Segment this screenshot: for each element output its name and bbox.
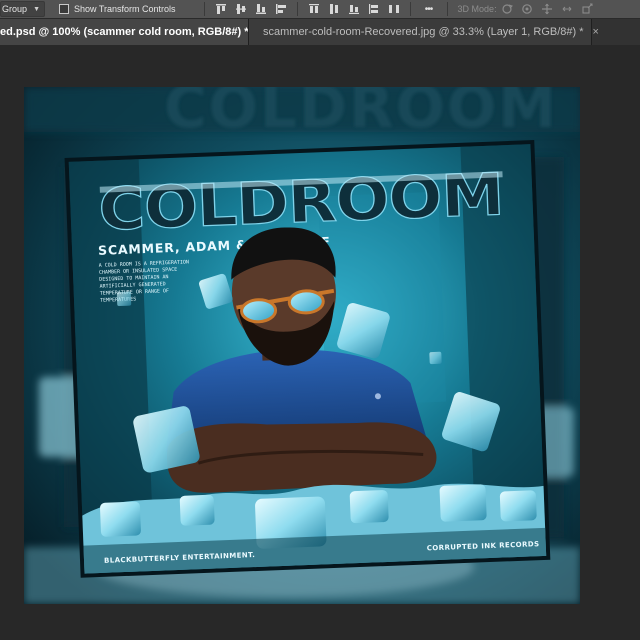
distribute-bottom-icon[interactable] (346, 2, 362, 16)
distribute-left-icon[interactable] (366, 2, 382, 16)
close-icon[interactable]: × (593, 26, 599, 38)
align-bottom-edges-icon[interactable] (253, 2, 269, 16)
align-top-edges-icon[interactable] (213, 2, 229, 16)
tab-document-psd[interactable]: ed.psd @ 100% (scammer cold room, RGB/8#… (0, 19, 249, 45)
roll-3d-icon[interactable] (519, 2, 535, 16)
tab-title: ed.psd @ 100% (scammer cold room, RGB/8#… (0, 26, 249, 38)
distribute-center-icon[interactable] (326, 2, 342, 16)
tab-title: scammer-cold-room-Recovered.jpg @ 33.3% … (263, 26, 584, 38)
auto-select-value: Group (2, 4, 28, 14)
toolbar-divider (203, 2, 205, 16)
document-tab-bar: ed.psd @ 100% (scammer cold room, RGB/8#… (0, 19, 640, 45)
show-transform-controls-label: Show Transform Controls (74, 4, 176, 14)
slide-3d-icon[interactable] (559, 2, 575, 16)
options-bar: Group ▼ Show Transform Controls ••• 3D M… (0, 0, 640, 19)
more-options-icon[interactable]: ••• (419, 2, 439, 16)
scale-3d-icon[interactable] (579, 2, 595, 16)
distribute-top-icon[interactable] (306, 2, 322, 16)
document-workspace: COLDROOM COLDROOM SCAMMER, ADAM & 031 WO… (0, 45, 640, 640)
tab-document-jpg[interactable]: scammer-cold-room-Recovered.jpg @ 33.3% … (249, 19, 599, 45)
document-canvas[interactable]: COLDROOM COLDROOM SCAMMER, ADAM & 031 WO… (24, 87, 580, 604)
mode-3d-label: 3D Mode: (457, 4, 497, 14)
checkbox-icon (59, 4, 69, 14)
align-left-edges-icon[interactable] (273, 2, 289, 16)
pan-3d-icon[interactable] (539, 2, 555, 16)
show-transform-controls-checkbox[interactable]: Show Transform Controls (59, 4, 176, 14)
toolbar-divider (409, 2, 411, 16)
distribute-horizontal-icon[interactable] (386, 2, 402, 16)
auto-select-dropdown[interactable]: Group ▼ (0, 1, 45, 17)
background-title-text: COLDROOM (164, 87, 558, 141)
align-vertical-centers-icon[interactable] (233, 2, 249, 16)
more-options-label: ••• (424, 3, 433, 15)
chevron-down-icon: ▼ (33, 5, 40, 13)
artwork: COLDROOM COLDROOM SCAMMER, ADAM & 031 WO… (24, 87, 580, 604)
toolbar-divider (446, 2, 448, 16)
orbit-3d-icon[interactable] (499, 2, 515, 16)
toolbar-divider (296, 2, 298, 16)
